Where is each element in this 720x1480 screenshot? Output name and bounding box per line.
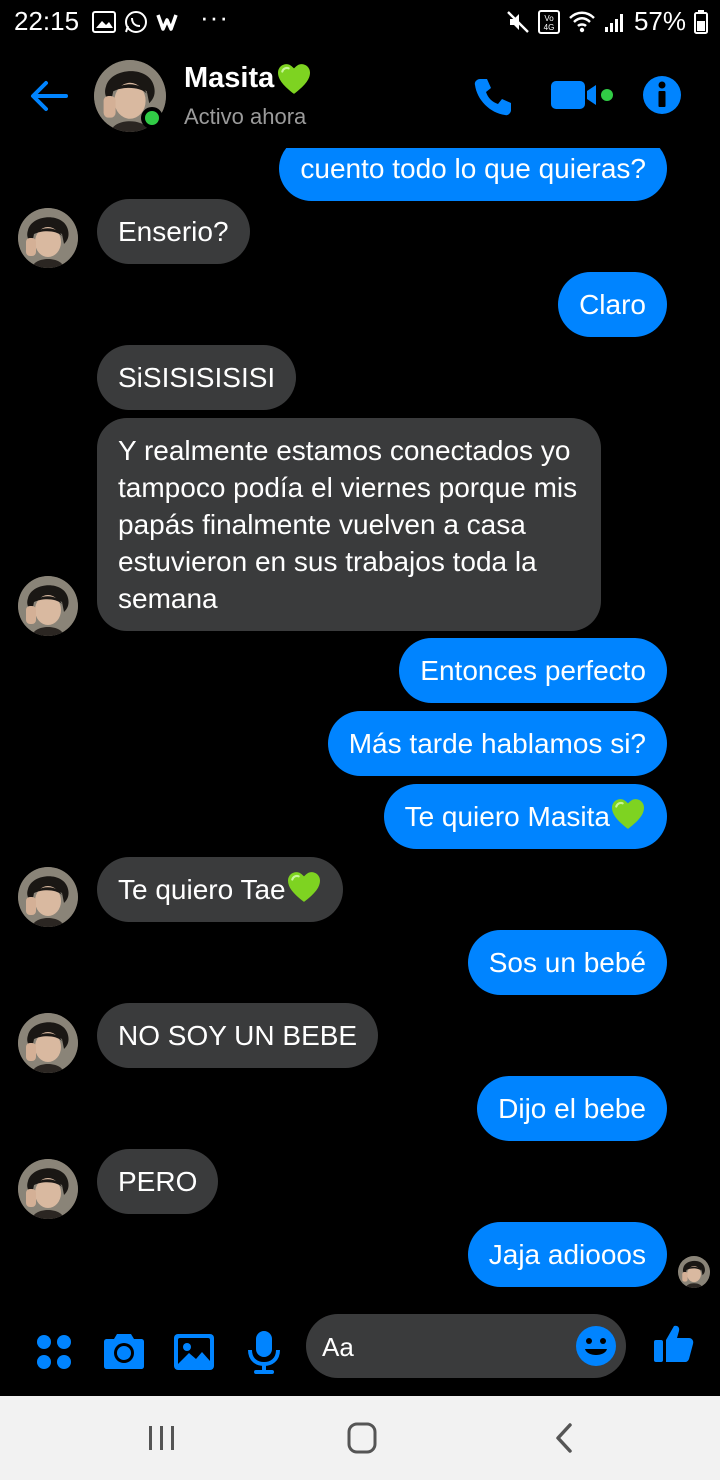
message-bubble-outgoing[interactable]: Más tarde hablamos si? bbox=[327, 711, 667, 776]
camera-icon[interactable] bbox=[100, 1328, 148, 1376]
seen-avatar bbox=[678, 1256, 710, 1288]
message-bubble-incoming[interactable]: PERO bbox=[97, 1149, 219, 1214]
video-call-icon[interactable] bbox=[550, 78, 616, 112]
green-heart-emoji bbox=[276, 63, 312, 95]
message-composer: Aa bbox=[0, 1310, 720, 1396]
svg-text:Vo: Vo bbox=[544, 14, 554, 23]
message-bubble-outgoing[interactable]: Jaja adiooos bbox=[467, 1222, 667, 1287]
thumbs-up-icon[interactable] bbox=[652, 1322, 696, 1366]
message-bubble-outgoing[interactable]: Te quiero Masita bbox=[383, 784, 667, 849]
message-list[interactable]: cuento todo lo que quieras? Enserio? Cla… bbox=[0, 148, 720, 1310]
volte-4g-icon: Vo4G bbox=[537, 9, 560, 34]
gallery-notification-icon bbox=[92, 11, 116, 33]
home-icon[interactable] bbox=[342, 1422, 382, 1454]
more-notifications-icon: ··· bbox=[200, 2, 229, 32]
green-heart-emoji bbox=[286, 871, 322, 903]
battery-percent: 57% bbox=[633, 6, 686, 36]
green-heart-emoji bbox=[610, 798, 646, 830]
back-nav-icon[interactable] bbox=[546, 1422, 586, 1454]
info-icon[interactable] bbox=[641, 74, 683, 116]
gallery-icon[interactable] bbox=[170, 1328, 218, 1376]
mute-icon bbox=[507, 10, 529, 33]
recent-apps-icon[interactable] bbox=[142, 1422, 182, 1454]
emoji-icon[interactable] bbox=[574, 1324, 618, 1368]
sender-avatar bbox=[18, 576, 78, 636]
wattpad-notification-icon bbox=[156, 14, 178, 31]
sender-avatar bbox=[18, 208, 78, 268]
conversation-header: Masita Activo ahora bbox=[0, 44, 720, 148]
more-actions-icon[interactable] bbox=[30, 1328, 78, 1376]
sender-avatar bbox=[18, 1013, 78, 1073]
message-bubble-outgoing[interactable]: cuento todo lo que quieras? bbox=[279, 148, 667, 201]
message-bubble-incoming[interactable]: Y realmente estamos conectados yo tampoc… bbox=[97, 418, 601, 631]
wifi-icon bbox=[569, 11, 595, 32]
online-indicator bbox=[141, 107, 163, 129]
active-status: Activo ahora bbox=[184, 104, 307, 129]
message-bubble-outgoing[interactable]: Entonces perfecto bbox=[399, 638, 667, 703]
sender-avatar bbox=[18, 867, 78, 927]
whatsapp-notification-icon bbox=[125, 11, 147, 33]
message-input[interactable]: Aa bbox=[306, 1314, 626, 1378]
back-arrow-icon[interactable] bbox=[26, 74, 70, 118]
system-nav-bar bbox=[0, 1396, 720, 1480]
microphone-icon[interactable] bbox=[240, 1328, 288, 1376]
message-bubble-incoming[interactable]: Enserio? bbox=[97, 199, 250, 264]
message-bubble-outgoing[interactable]: Claro bbox=[558, 272, 667, 337]
message-bubble-incoming[interactable]: Te quiero Tae bbox=[97, 857, 343, 922]
status-bar: 22:15 ··· Vo 4G 57% bbox=[0, 0, 720, 44]
sender-avatar bbox=[18, 1159, 78, 1219]
status-time: 22:15 bbox=[14, 6, 80, 36]
signal-icon bbox=[604, 13, 623, 32]
contact-name[interactable]: Masita bbox=[184, 62, 312, 95]
battery-icon bbox=[694, 9, 708, 34]
message-input-placeholder: Aa bbox=[322, 1332, 354, 1362]
svg-text:4G: 4G bbox=[544, 23, 555, 32]
phone-call-icon[interactable] bbox=[472, 76, 514, 118]
message-bubble-outgoing[interactable]: Sos un bebé bbox=[467, 930, 667, 995]
message-bubble-incoming[interactable]: NO SOY UN BEBE bbox=[97, 1003, 379, 1068]
message-bubble-incoming[interactable]: SiSISISISISI bbox=[97, 345, 297, 410]
message-bubble-outgoing[interactable]: Dijo el bebe bbox=[477, 1076, 667, 1141]
